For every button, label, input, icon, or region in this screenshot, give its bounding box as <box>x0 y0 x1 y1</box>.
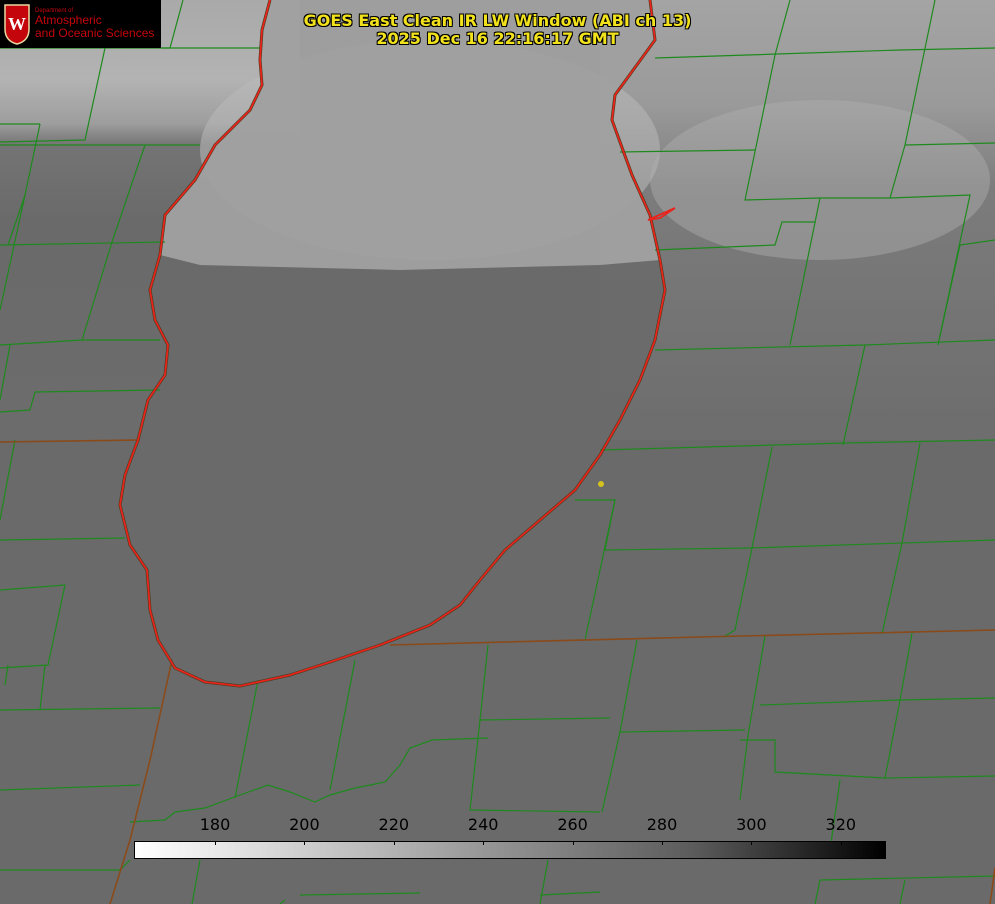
colorbar-tick-label: 280 <box>646 815 678 834</box>
temperature-colorbar <box>134 841 886 859</box>
colorbar-tick-label: 300 <box>736 815 767 834</box>
location-dot-icon <box>598 481 604 487</box>
svg-text:W: W <box>8 14 26 34</box>
colorbar-tick-mark <box>840 841 842 845</box>
colorbar-tick-mark <box>304 841 306 845</box>
colorbar-tick-mark <box>393 841 395 845</box>
colorbar-tick-label: 180 <box>199 815 231 834</box>
colorbar-tick-label: 200 <box>289 815 320 834</box>
colorbar-tick-mark <box>751 841 753 845</box>
uw-crest-icon: W <box>4 4 30 45</box>
colorbar-tick-label: 260 <box>557 815 588 834</box>
satellite-map <box>0 0 995 904</box>
colorbar-tick-label: 220 <box>378 815 410 834</box>
department-logo: W Department of Atmospheric and Oceanic … <box>0 0 161 48</box>
colorbar-tick-mark <box>572 841 574 845</box>
cloud-bright-patch-2 <box>650 100 990 260</box>
logo-line-2: and Oceanic Sciences <box>35 26 155 40</box>
colorbar-tick-label: 240 <box>467 815 499 834</box>
colorbar-tick-mark <box>483 841 485 845</box>
satellite-image-view: GOES East Clean IR LW Window (ABI ch 13)… <box>0 0 995 904</box>
colorbar-tick-label: 320 <box>825 815 857 834</box>
colorbar-tick-mark <box>662 841 663 845</box>
colorbar-tick-mark <box>215 841 216 845</box>
